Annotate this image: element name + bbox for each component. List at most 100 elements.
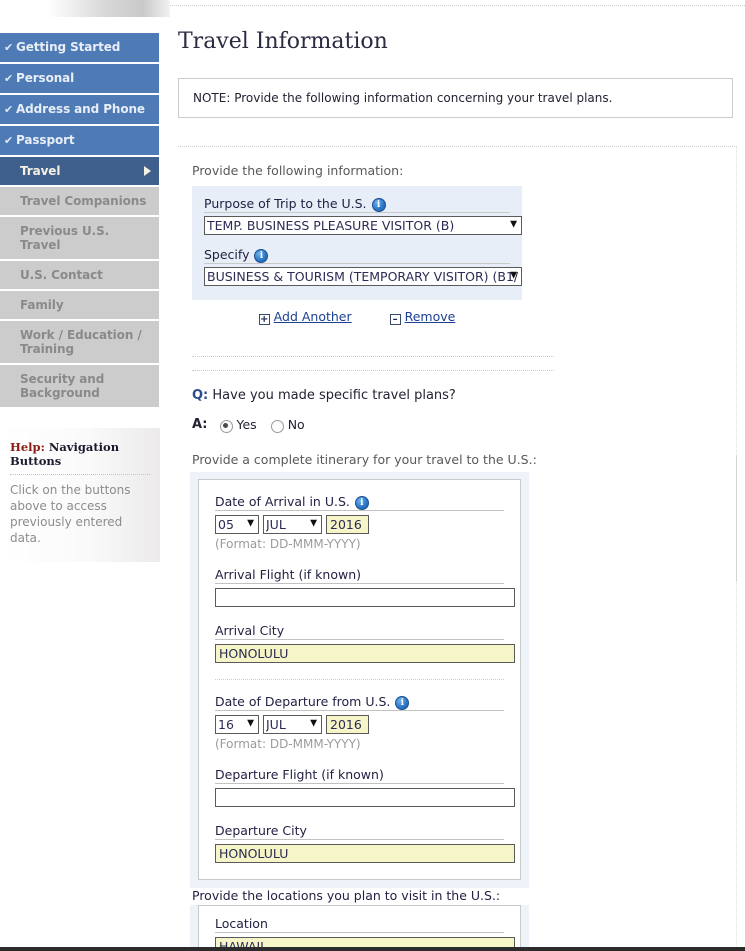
radio-yes[interactable]: [219, 420, 233, 433]
specify-select-wrap: BUSINESS & TOURISM (TEMPORARY VISITOR) (…: [204, 266, 522, 286]
arrival-date-label: Date of Arrival in U.S. i: [215, 494, 504, 511]
locations-lead-text: Provide the locations you plan to visit …: [192, 888, 501, 903]
sidebar-item-label: Address and Phone: [16, 102, 145, 116]
question-row: Q: Have you made specific travel plans?: [192, 388, 612, 403]
info-icon[interactable]: i: [395, 695, 410, 710]
arrival-date-format-hint: (Format: DD-MMM-YYYY): [215, 537, 361, 551]
sidebar-item-address-and-phone[interactable]: ✔ Address and Phone: [0, 95, 159, 124]
sidebar-item-label: Passport: [16, 133, 75, 147]
arrival-flight-input[interactable]: [215, 588, 515, 607]
travel-plans-question: Q: Have you made specific travel plans? …: [192, 388, 612, 433]
question-marker: Q:: [192, 388, 209, 403]
arrival-month-wrap: JUL ▼: [263, 514, 322, 534]
divider: [192, 356, 554, 357]
minus-icon[interactable]: –: [389, 314, 401, 325]
departure-date-label: Date of Departure from U.S. i: [215, 694, 504, 711]
specify-select[interactable]: BUSINESS & TOURISM (TEMPORARY VISITOR) (…: [204, 267, 522, 286]
radio-no[interactable]: [270, 420, 284, 433]
departure-city-label-text: Departure City: [215, 823, 307, 838]
purpose-of-trip-panel: Purpose of Trip to the U.S. i TEMP. BUSI…: [192, 186, 522, 300]
info-icon[interactable]: i: [354, 495, 369, 510]
sidebar-item-personal[interactable]: ✔ Personal: [0, 64, 159, 93]
sidebar-item-security-and-background[interactable]: Security and Background: [0, 365, 159, 407]
purpose-of-trip-select[interactable]: TEMP. BUSINESS PLEASURE VISITOR (B): [204, 216, 522, 235]
arrival-date-row: 05 ▼ JUL ▼: [215, 514, 504, 534]
help-navigation-buttons-panel: Help: Navigation Buttons Click on the bu…: [0, 428, 160, 562]
section-lead-text: Provide the following information:: [192, 163, 404, 178]
departure-month-select[interactable]: JUL: [263, 715, 322, 734]
locations-panel: Location: [190, 905, 529, 951]
departure-date-label-text: Date of Departure from U.S.: [215, 694, 391, 709]
add-another-link[interactable]: Add Another: [274, 309, 352, 324]
sidebar-item-label: Previous U.S. Travel: [20, 224, 110, 252]
sidebar-item-label: Family: [20, 298, 64, 312]
help-navigation-title: Help: Navigation Buttons: [10, 440, 150, 474]
sidebar-item-getting-started[interactable]: ✔ Getting Started: [0, 33, 159, 62]
arrival-flight-label: Arrival Flight (if known): [215, 567, 504, 584]
arrival-city-input[interactable]: [215, 644, 515, 663]
bottom-edge-strip: [0, 947, 745, 951]
sidebar-item-label: Security and Background: [20, 372, 105, 400]
help-navigation-body: Click on the buttons above to access pre…: [10, 483, 131, 545]
arrival-date-label-text: Date of Arrival in U.S.: [215, 494, 350, 509]
specify-label: Specify i: [204, 247, 510, 264]
sidebar-item-label: Getting Started: [16, 40, 121, 54]
location-label-text: Location: [215, 916, 268, 931]
radio-no-label: No: [287, 417, 305, 432]
check-icon: ✔: [4, 41, 14, 54]
arrival-flight-label-text: Arrival Flight (if known): [215, 567, 362, 582]
departure-day-wrap: 16 ▼: [215, 714, 259, 734]
check-icon: ✔: [4, 103, 14, 116]
help-word: Help:: [10, 440, 45, 454]
departure-city-label: Departure City: [215, 823, 504, 840]
departure-city-input[interactable]: [215, 844, 515, 863]
info-icon[interactable]: i: [371, 197, 386, 212]
purpose-section: Provide the following information: Purpo…: [178, 146, 735, 325]
sidebar-item-label: Travel Companions: [20, 194, 147, 208]
sidebar-item-travel-companions[interactable]: Travel Companions: [0, 187, 159, 215]
plus-icon[interactable]: +: [258, 314, 270, 325]
arrival-day-select[interactable]: 05: [215, 515, 259, 534]
sidebar-item-previous-us-travel[interactable]: Previous U.S. Travel: [0, 217, 159, 259]
answer-row: A: Yes No: [192, 417, 612, 433]
answer-marker: A:: [192, 417, 208, 432]
sidebar-item-label: Work / Education / Training: [20, 328, 142, 356]
travel-information-page: ✔ Getting Started ✔ Personal ✔ Address and …: [0, 0, 745, 951]
main-content: Travel Information NOTE: Provide the fol…: [170, 0, 745, 951]
info-icon[interactable]: i: [254, 248, 269, 263]
arrival-city-label: Arrival City: [215, 623, 504, 640]
remove-link[interactable]: Remove: [405, 309, 456, 324]
purpose-of-trip-select-wrap: TEMP. BUSINESS PLEASURE VISITOR (B) ▼: [204, 215, 522, 235]
note-box: NOTE: Provide the following information …: [178, 78, 733, 118]
help-travel-plans-panel: Help: Travel Plans If you are unsure of …: [736, 455, 745, 581]
departure-month-wrap: JUL ▼: [263, 714, 322, 734]
arrival-month-select[interactable]: JUL: [263, 515, 322, 534]
itinerary-lead-text: Provide a complete itinerary for your tr…: [192, 452, 537, 467]
arrival-year-input[interactable]: [326, 514, 369, 534]
specify-label-text: Specify: [204, 247, 250, 262]
purpose-label-text: Purpose of Trip to the U.S.: [204, 196, 367, 211]
departure-year-input[interactable]: [326, 714, 369, 734]
sidebar-top-gradient-bar: [0, 0, 170, 17]
divider: [10, 474, 150, 475]
location-label: Location: [215, 916, 504, 933]
check-icon: ✔: [4, 72, 14, 85]
arrival-day-wrap: 05 ▼: [215, 514, 259, 534]
section-navigation: ✔ Getting Started ✔ Personal ✔ Address and …: [0, 33, 159, 409]
sidebar-item-us-contact[interactable]: U.S. Contact: [0, 261, 159, 289]
sidebar-item-work-education-training[interactable]: Work / Education / Training: [0, 321, 159, 363]
sidebar-item-label: Travel: [20, 164, 61, 178]
add-remove-actions: + Add Another – Remove: [192, 309, 522, 325]
departure-day-select[interactable]: 16: [215, 715, 259, 734]
sidebar-item-label: U.S. Contact: [20, 268, 103, 282]
locations-inner-box: Location: [198, 905, 521, 951]
sidebar-item-passport[interactable]: ✔ Passport: [0, 126, 159, 155]
content-top-divider: [170, 0, 745, 6]
departure-flight-label: Departure Flight (if known): [215, 767, 504, 784]
divider: [192, 370, 554, 371]
purpose-of-trip-label: Purpose of Trip to the U.S. i: [204, 196, 510, 213]
check-icon: ✔: [4, 134, 14, 147]
sidebar-item-family[interactable]: Family: [0, 291, 159, 319]
sidebar-item-travel[interactable]: Travel: [0, 157, 159, 185]
departure-flight-input[interactable]: [215, 788, 515, 807]
